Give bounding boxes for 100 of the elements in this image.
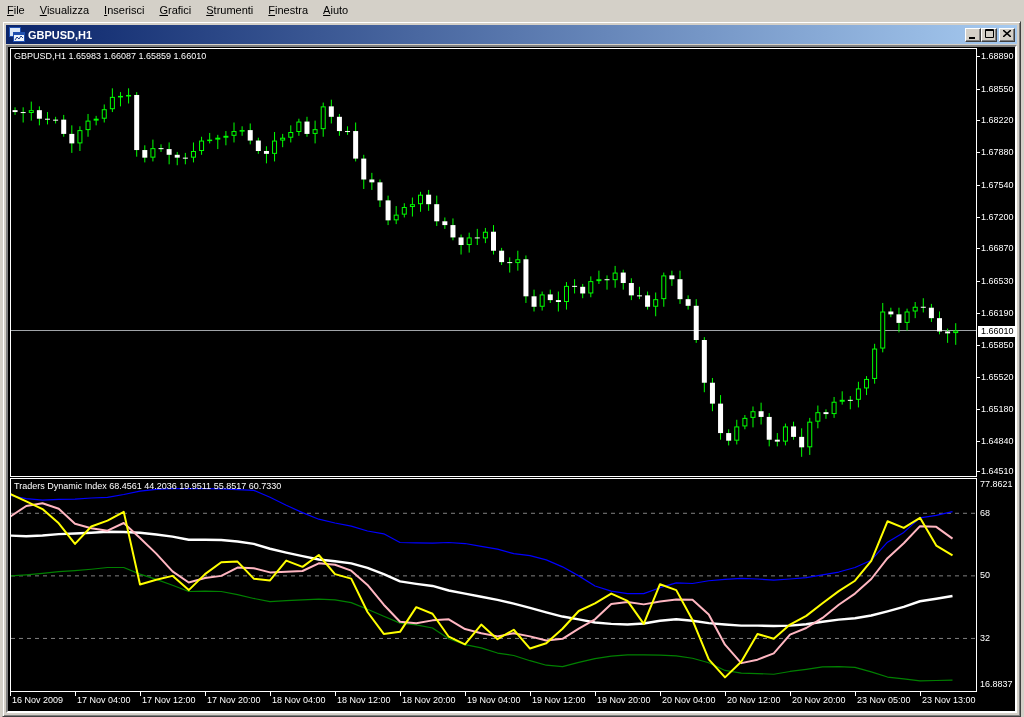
price-axis-label: 1.66870 bbox=[981, 243, 1014, 255]
candlestick bbox=[377, 178, 383, 208]
time-axis-label: 18 Nov 20:00 bbox=[402, 695, 456, 706]
minimize-button[interactable] bbox=[965, 27, 981, 42]
candlestick bbox=[531, 289, 537, 313]
candlestick bbox=[466, 232, 472, 254]
candlestick bbox=[385, 195, 391, 226]
candlestick bbox=[636, 286, 642, 300]
chart-window-icon bbox=[9, 27, 25, 42]
price-axis-label: 1.65520 bbox=[981, 371, 1014, 383]
price-axis-label: 1.66190 bbox=[981, 307, 1014, 319]
candlestick bbox=[596, 270, 602, 285]
candlestick bbox=[669, 270, 675, 287]
candlestick bbox=[904, 308, 910, 331]
candlestick bbox=[434, 195, 440, 227]
indicator-axis-label: 50 bbox=[980, 570, 990, 582]
candlestick bbox=[418, 191, 424, 213]
price-axis-label: 1.68550 bbox=[981, 83, 1014, 95]
candlestick bbox=[588, 275, 594, 298]
candlestick bbox=[782, 423, 788, 446]
maximize-icon bbox=[984, 29, 994, 38]
candlestick bbox=[458, 234, 464, 256]
candlestick bbox=[304, 116, 310, 138]
candlestick bbox=[766, 412, 772, 447]
candlestick bbox=[312, 120, 318, 144]
candlestick bbox=[685, 294, 691, 311]
maximize-button[interactable] bbox=[981, 27, 997, 42]
candlestick bbox=[831, 396, 837, 419]
time-axis-label: 19 Nov 12:00 bbox=[532, 695, 586, 706]
candlestick bbox=[150, 139, 156, 162]
candlestick bbox=[628, 277, 634, 301]
price-axis-label: 1.67540 bbox=[981, 179, 1014, 191]
price-axis-label: 1.65180 bbox=[981, 403, 1014, 415]
candlestick bbox=[409, 197, 415, 218]
candlestick bbox=[791, 421, 797, 441]
minimize-icon bbox=[969, 36, 975, 39]
candlestick bbox=[369, 172, 375, 191]
time-axis-label: 18 Nov 12:00 bbox=[337, 695, 391, 706]
candlestick bbox=[61, 114, 67, 138]
candlestick bbox=[563, 281, 569, 311]
candlestick bbox=[661, 272, 667, 308]
candlestick bbox=[920, 297, 926, 313]
candlestick bbox=[190, 141, 196, 163]
candlestick bbox=[474, 228, 480, 246]
candlestick bbox=[336, 113, 342, 137]
current-price-tag: 1.66010 bbox=[978, 325, 1015, 337]
candlestick bbox=[750, 405, 756, 428]
time-axis-label: 20 Nov 20:00 bbox=[792, 695, 846, 706]
candlestick bbox=[815, 405, 821, 429]
candlestick bbox=[937, 311, 943, 335]
candlestick bbox=[847, 395, 853, 410]
candlestick bbox=[896, 307, 902, 333]
candlestick bbox=[823, 408, 829, 420]
chart-header: GBPUSD,H1 1.65983 1.66087 1.65859 1.66010 bbox=[14, 51, 207, 62]
candlestick bbox=[839, 390, 845, 406]
time-axis-label: 18 Nov 04:00 bbox=[272, 695, 326, 706]
candlestick bbox=[361, 154, 367, 190]
candlestick bbox=[734, 419, 740, 445]
time-axis-label: 20 Nov 04:00 bbox=[662, 695, 716, 706]
candlestick bbox=[758, 402, 764, 426]
candlestick bbox=[709, 377, 715, 412]
candlestick bbox=[182, 152, 188, 165]
candlestick bbox=[93, 115, 99, 126]
candlestick bbox=[231, 122, 237, 143]
time-axis-label: 19 Nov 20:00 bbox=[597, 695, 651, 706]
time-axis-label: 17 Nov 04:00 bbox=[77, 695, 131, 706]
price-axis-label: 1.64840 bbox=[981, 436, 1014, 448]
candlestick bbox=[109, 87, 115, 113]
candlestick bbox=[620, 269, 626, 291]
candlestick bbox=[426, 189, 432, 212]
time-axis-label: 17 Nov 12:00 bbox=[142, 695, 196, 706]
candlestick bbox=[101, 103, 107, 124]
candlestick bbox=[604, 274, 610, 291]
indicator-axis-label: 77.8621 bbox=[980, 479, 1013, 490]
candlestick bbox=[491, 224, 496, 256]
price-axis-label: 1.64510 bbox=[981, 466, 1014, 477]
price-axis-label: 1.67880 bbox=[981, 147, 1014, 159]
candlestick bbox=[28, 101, 34, 122]
candlestick bbox=[539, 291, 545, 312]
candlestick bbox=[653, 292, 659, 317]
price-axis-label: 1.66530 bbox=[981, 275, 1014, 287]
indicator-axis-label: 16.8837 bbox=[980, 679, 1013, 690]
candlestick bbox=[393, 205, 399, 225]
candlestick bbox=[799, 427, 805, 458]
candlestick bbox=[864, 375, 870, 396]
candlestick bbox=[199, 136, 205, 156]
time-axis-label: 19 Nov 04:00 bbox=[467, 695, 521, 706]
candlestick bbox=[69, 124, 75, 154]
candlestick bbox=[507, 256, 513, 274]
time-axis-label: 17 Nov 20:00 bbox=[207, 695, 261, 706]
candlestick bbox=[44, 111, 50, 125]
candlestick bbox=[223, 130, 229, 146]
candlestick bbox=[555, 291, 561, 313]
candlestick bbox=[612, 265, 618, 289]
time-axis-label: 20 Nov 12:00 bbox=[727, 695, 781, 706]
candlestick bbox=[320, 102, 326, 138]
close-button[interactable] bbox=[999, 27, 1015, 42]
candlestick bbox=[953, 322, 959, 346]
candlestick bbox=[85, 113, 91, 138]
price-axis-label: 1.68220 bbox=[981, 115, 1014, 127]
